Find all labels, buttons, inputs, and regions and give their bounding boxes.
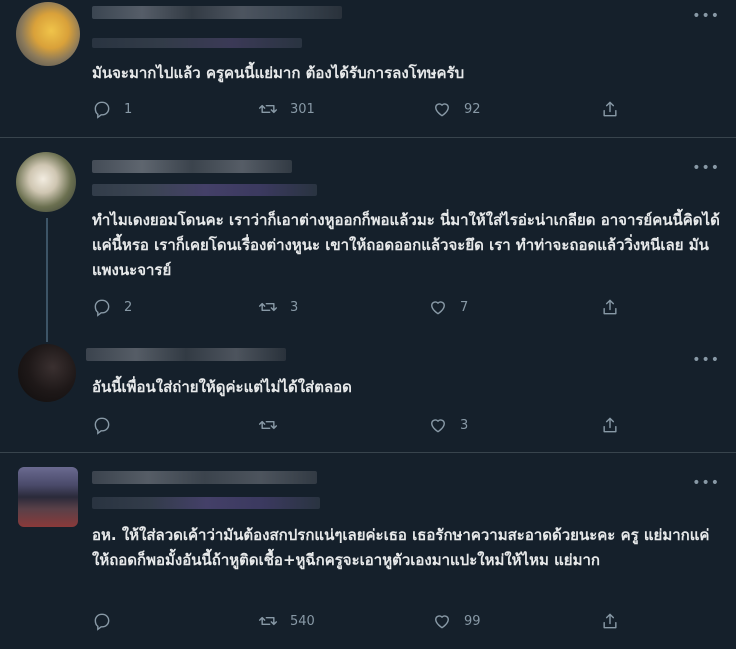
author-name-blurred[interactable]: [92, 471, 317, 484]
tweet-text: มันจะมากไปแล้ว ครูคนนี้แย่มาก ต้องได้รับ…: [92, 64, 465, 82]
retweet-icon: [258, 302, 278, 312]
tweet-1[interactable]: ••• มันจะมากไปแล้ว ครูคนนี้แย่มาก ต้องได…: [0, 0, 736, 137]
reply-icon: [94, 613, 110, 631]
retweet-icon: [258, 104, 278, 114]
retweet-count: 540: [290, 613, 315, 629]
tweet-text: อันนี้เพื่อนใส่ถ่ายให้ดูค่ะแต่ไม่ได้ใส่ต…: [92, 378, 352, 396]
reply-icon: [94, 299, 110, 317]
tweet-actions: 540 99: [92, 611, 652, 633]
like-count: 3: [460, 417, 469, 433]
author-name-blurred[interactable]: [92, 160, 292, 173]
reply-icon: [94, 417, 110, 435]
retweet-button[interactable]: 301: [258, 99, 315, 119]
like-button[interactable]: 99: [432, 611, 481, 631]
like-button[interactable]: 3: [428, 415, 468, 435]
share-icon: [603, 417, 617, 433]
author-name-blurred[interactable]: [86, 348, 286, 361]
avatar[interactable]: [18, 467, 78, 527]
reply-count: 1: [124, 101, 133, 117]
author-name-blurred[interactable]: [92, 6, 342, 19]
reply-button[interactable]: [92, 611, 124, 631]
thread-line: [46, 218, 48, 334]
reply-button[interactable]: 1: [92, 99, 132, 119]
tweet-4[interactable]: ••• อห. ให้ใส่ลวดเค้าว่ามันต้องสกปรกแน่ๆ…: [0, 453, 736, 649]
share-button[interactable]: [600, 99, 632, 119]
like-count: 7: [460, 299, 469, 315]
share-icon: [603, 101, 617, 117]
more-icon[interactable]: •••: [692, 8, 720, 24]
avatar[interactable]: [16, 152, 76, 212]
share-icon: [603, 299, 617, 315]
replying-to-blurred: [92, 184, 317, 196]
retweet-button[interactable]: 3: [258, 297, 298, 317]
like-icon: [435, 103, 449, 117]
tweet-actions: 1 301 92: [92, 99, 652, 121]
retweet-count: 3: [290, 299, 299, 315]
more-icon[interactable]: •••: [692, 352, 720, 368]
avatar[interactable]: [18, 344, 76, 402]
tweet-3[interactable]: ••• อันนี้เพื่อนใส่ถ่ายให้ดูค่ะแต่ไม่ได้…: [0, 334, 736, 452]
like-icon: [435, 615, 449, 629]
reply-count: 2: [124, 299, 133, 315]
like-count: 92: [464, 101, 481, 117]
share-button[interactable]: [600, 297, 632, 317]
reply-button[interactable]: 2: [92, 297, 132, 317]
tweet-2[interactable]: ••• ทำไมเดงยอมโดนคะ เราว่าก็เอาต่างหูออก…: [0, 138, 736, 334]
like-icon: [431, 301, 445, 315]
author-meta-blurred: [92, 38, 302, 48]
like-button[interactable]: 92: [432, 99, 481, 119]
retweet-icon: [258, 616, 278, 626]
like-icon: [431, 419, 445, 433]
thread-line: [46, 334, 48, 342]
replying-to-blurred: [92, 497, 320, 509]
tweet-text: ทำไมเดงยอมโดนคะ เราว่าก็เอาต่างหูออกก็พอ…: [92, 211, 720, 279]
reply-icon: [94, 101, 110, 119]
tweet-text: อห. ให้ใส่ลวดเค้าว่ามันต้องสกปรกแน่ๆเลยค…: [92, 526, 710, 569]
reply-button[interactable]: [92, 415, 124, 435]
tweet-actions: 2 3 7: [92, 297, 652, 319]
more-icon[interactable]: •••: [692, 475, 720, 491]
retweet-icon: [258, 420, 278, 430]
tweet-actions: 3: [92, 415, 652, 437]
retweet-button[interactable]: 540: [258, 611, 315, 631]
like-button[interactable]: 7: [428, 297, 468, 317]
share-icon: [603, 613, 617, 629]
avatar[interactable]: [16, 2, 80, 66]
retweet-count: 301: [290, 101, 315, 117]
share-button[interactable]: [600, 415, 632, 435]
retweet-button[interactable]: [258, 415, 290, 435]
more-icon[interactable]: •••: [692, 160, 720, 176]
like-count: 99: [464, 613, 481, 629]
share-button[interactable]: [600, 611, 632, 631]
